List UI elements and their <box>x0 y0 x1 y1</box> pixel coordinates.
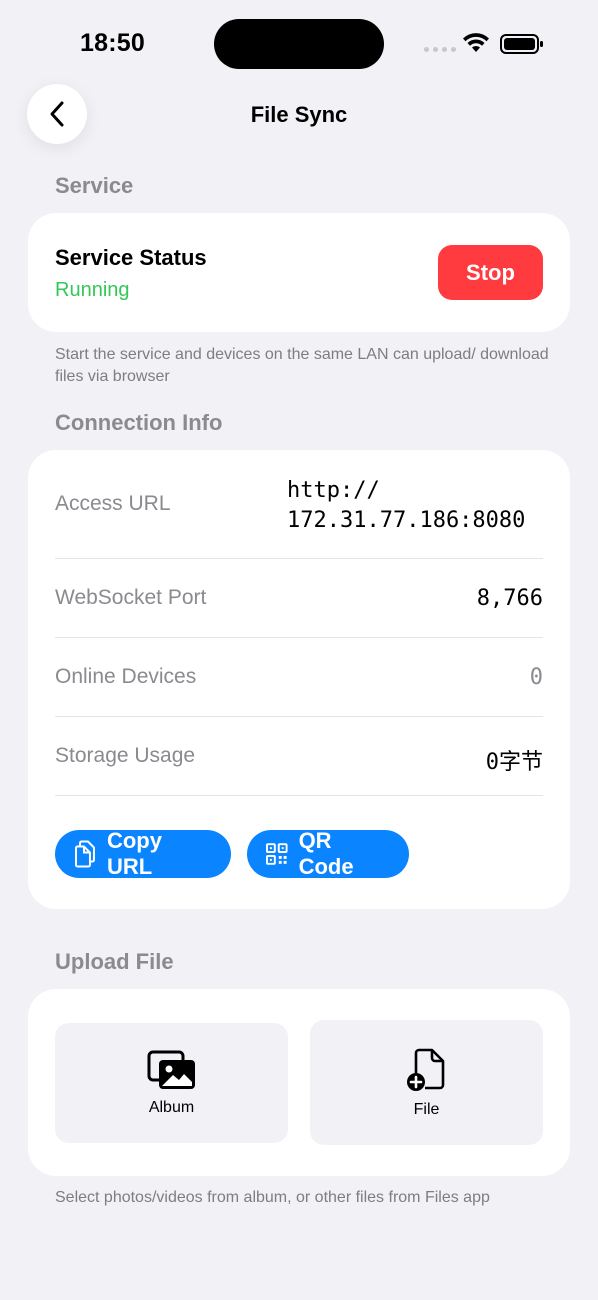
storage-usage-row: Storage Usage 0字节 <box>55 716 543 796</box>
service-footnote: Start the service and devices on the sam… <box>55 346 549 385</box>
websocket-port-value: 8,766 <box>476 586 543 611</box>
access-url-label: Access URL <box>55 492 171 515</box>
album-tile[interactable]: Album <box>55 1023 288 1143</box>
upload-section-header: Upload File <box>55 949 174 974</box>
photo-stack-icon <box>147 1050 195 1089</box>
upload-file-card: Album File <box>28 989 570 1176</box>
qr-code-label: QR Code <box>298 828 354 879</box>
battery-icon <box>500 34 543 54</box>
service-section-header: Service <box>55 173 134 198</box>
connection-section-header: Connection Info <box>55 410 223 435</box>
access-url-value: http:// 172.31.77.186:8080 <box>287 478 526 533</box>
websocket-port-row: WebSocket Port 8,766 <box>55 558 543 638</box>
upload-footnote: Select photos/videos from album, or othe… <box>55 1189 490 1206</box>
service-status-title: Service Status <box>55 245 207 270</box>
storage-usage-value: 0字节 <box>485 750 543 775</box>
status-time: 18:50 <box>80 29 145 57</box>
page-title: File Sync <box>250 102 348 127</box>
cellular-signal-icon <box>424 47 456 52</box>
connection-info-card: Access URL http:// 172.31.77.186:8080 We… <box>28 450 570 909</box>
album-label: Album <box>148 1099 195 1116</box>
service-status-card: Service Status Running Stop <box>28 213 570 332</box>
online-devices-value: 0 <box>529 665 543 690</box>
copy-url-button[interactable]: Copy URL <box>55 828 231 879</box>
file-label: File <box>413 1100 440 1118</box>
websocket-port-label: WebSocket Port <box>55 586 207 609</box>
dynamic-island <box>214 19 384 69</box>
copy-url-label: Copy URL <box>106 828 162 879</box>
file-sync-screen: 18:50 File Sync Service Service Status R… <box>0 0 598 1300</box>
qr-code-icon <box>265 843 288 865</box>
wifi-icon <box>463 33 489 52</box>
online-devices-row: Online Devices 0 <box>55 637 543 717</box>
add-document-icon <box>406 1048 444 1091</box>
file-tile[interactable]: File <box>310 1020 543 1145</box>
access-url-row: Access URL http:// 172.31.77.186:8080 <box>55 450 543 559</box>
service-status-value: Running <box>55 279 130 301</box>
copy-document-icon <box>74 840 95 868</box>
stop-button[interactable]: Stop <box>438 245 543 300</box>
qr-code-button[interactable]: QR Code <box>247 828 409 879</box>
online-devices-label: Online Devices <box>55 665 197 688</box>
storage-usage-label: Storage Usage <box>55 744 196 767</box>
